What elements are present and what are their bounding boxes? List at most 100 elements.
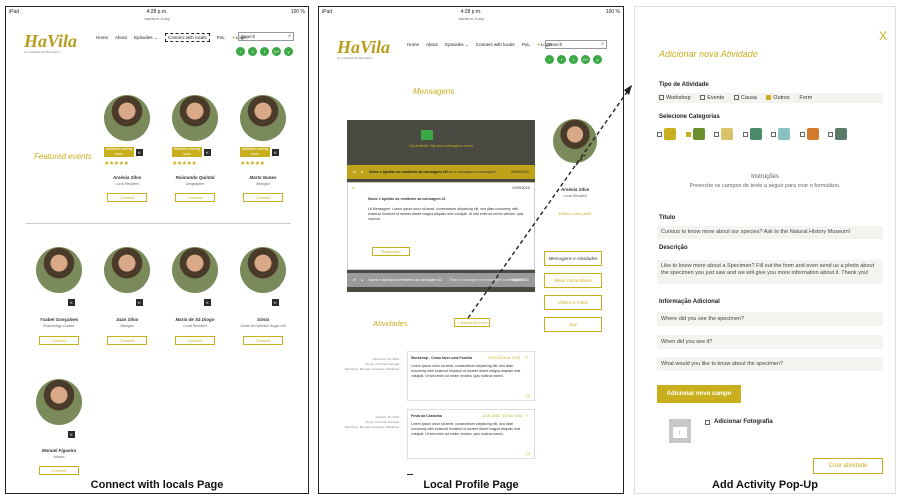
checkbox[interactable] [714, 131, 720, 137]
checkbox[interactable] [733, 95, 739, 101]
question-field-3[interactable]: What would you like to know about the sp… [657, 357, 883, 371]
category-insects-icon[interactable] [749, 128, 762, 140]
add-photo-label: Adicionar Fotografia [714, 419, 773, 425]
logo-name: HaVila [337, 37, 391, 57]
youtube-icon[interactable]: y [284, 47, 293, 56]
activity-body: Lorem ipsum dolor sit amet, consectetuer… [411, 364, 521, 378]
add-field-button[interactable]: Adicionar novo campo [657, 385, 741, 403]
add-activity-button[interactable]: + Adicionar nova [454, 318, 490, 327]
nav-connect[interactable]: Connect with locals [476, 42, 515, 47]
page-caption: Local Profile Page [423, 479, 519, 491]
nav-about[interactable]: About [115, 35, 127, 40]
logo[interactable]: HaVila A Comunidade Biológica [337, 37, 390, 60]
connect-button[interactable]: Connect [243, 336, 283, 345]
side-button-messages[interactable]: Mensagens e Atividades [544, 251, 602, 266]
search-icon[interactable]: ⌕ [601, 41, 604, 47]
checkbox[interactable] [742, 131, 748, 137]
youtube-icon[interactable]: y [593, 55, 602, 64]
expand-icon[interactable]: [+] [526, 452, 530, 456]
checkbox[interactable] [771, 131, 777, 137]
category-birds-icon[interactable] [721, 128, 734, 140]
avatar[interactable] [104, 247, 150, 293]
avatar[interactable] [36, 247, 82, 293]
checkbox[interactable] [659, 95, 664, 101]
twitter-icon[interactable]: t [260, 47, 269, 56]
category-heritage-icon[interactable] [835, 128, 848, 140]
title-input[interactable]: Curious to know more about our species? … [657, 226, 883, 239]
edit-profile-link[interactable]: Editar o meu perfil [545, 211, 605, 216]
side-button-exit[interactable]: Sair [544, 317, 602, 332]
side-button-comments[interactable]: Meus Comentários [544, 273, 602, 288]
expand-icon[interactable]: [+] [526, 394, 530, 398]
connect-button[interactable]: Connect [39, 466, 79, 475]
avatar[interactable] [104, 95, 150, 141]
activity-card-1[interactable]: Workshop - Como fazer uma Ponchα 10:00-2… [407, 351, 535, 401]
message-row-3[interactable]: ✉ ● Nome e Apelido do remitente da mensa… [347, 273, 535, 287]
create-activity-button[interactable]: Criar atividade [813, 458, 883, 474]
nav-episodes[interactable]: Episodes ⌄ [134, 35, 158, 40]
googleplus-icon[interactable]: G+ [581, 55, 590, 64]
type-evento[interactable]: Evento [700, 95, 724, 101]
type-causa[interactable]: Causa [733, 95, 757, 101]
category-marine-icon[interactable] [778, 128, 791, 140]
type-label-text: Causa [740, 95, 757, 101]
nav-episodes[interactable]: Episodes ⌄ [445, 42, 469, 47]
nav-connect[interactable]: Connect with locals [164, 33, 210, 42]
side-button-media[interactable]: Vídeos e Fotos [544, 295, 602, 310]
googleplus-icon[interactable]: G+ [272, 47, 281, 56]
search-icon[interactable]: ⌕ [288, 33, 291, 39]
nav-pol[interactable]: PoL [217, 35, 225, 40]
share-icon[interactable]: ‹ [526, 413, 528, 419]
connect-button[interactable]: Connect [243, 193, 283, 202]
facebook-icon[interactable]: f [248, 47, 257, 56]
question-field-2[interactable]: When did you see it? [657, 335, 883, 349]
search-input[interactable]: Search ⌕ [545, 40, 607, 49]
connect-button[interactable]: Connect [107, 193, 147, 202]
instagram-icon[interactable]: i [236, 47, 245, 56]
type-outros[interactable]: Outros [766, 95, 790, 101]
connect-with-locals-page: iPad 4:28 p.m. havila.m-ti.org 100 % HaV… [5, 6, 309, 494]
category-plants-icon[interactable] [692, 128, 705, 140]
connect-button[interactable]: Connect [107, 336, 147, 345]
connect-button[interactable]: Connect [175, 193, 215, 202]
instagram-icon[interactable]: i [545, 55, 554, 64]
page-caption: Connect with locals Page [90, 479, 224, 491]
checkbox[interactable] [657, 131, 662, 137]
add-photo-icon[interactable]: ↑ [669, 419, 691, 443]
activity-card-2[interactable]: Festa da Castanha 11:00-2016 · 14 Nov 20… [407, 409, 535, 459]
close-icon[interactable]: X [879, 29, 887, 43]
clock: 4:28 p.m. [460, 9, 482, 15]
nav-about[interactable]: About [426, 42, 438, 47]
twitter-icon[interactable]: t [569, 55, 578, 64]
nav-pol[interactable]: PoL [522, 42, 530, 47]
avatar[interactable] [172, 95, 218, 141]
avatar[interactable] [172, 247, 218, 293]
add-photo-checkbox[interactable] [705, 420, 710, 425]
logo[interactable]: HaVila A Comunidade Biológica [24, 31, 77, 54]
checkbox[interactable] [700, 95, 706, 101]
avatar[interactable] [36, 379, 82, 425]
checkbox-checked[interactable] [766, 95, 772, 101]
reply-button[interactable]: Responder [372, 247, 410, 256]
instructions-text: Preenche os campos de texto a seguir par… [689, 183, 841, 189]
connect-button[interactable]: Connect [175, 336, 215, 345]
logo-name: HaVila [24, 31, 78, 51]
question-field-1[interactable]: Where did you see the specimen? [657, 312, 883, 326]
share-icon[interactable]: ‹ [526, 355, 528, 361]
checkbox[interactable] [799, 131, 805, 137]
type-workshop[interactable]: Workshop [659, 95, 691, 101]
description-input[interactable]: Like to know more about a Specimen? Fill… [657, 260, 883, 284]
avatar[interactable] [240, 95, 286, 141]
nav-home[interactable]: Home [96, 35, 108, 40]
profile-name: Arsénia Silva [560, 187, 590, 192]
facebook-icon[interactable]: f [557, 55, 566, 64]
category-fungi-icon[interactable] [664, 128, 676, 140]
message-row-1[interactable]: ✉ ● Nome e Apelido do remitente da mensa… [347, 165, 535, 179]
nav-home[interactable]: Home [407, 42, 419, 47]
category-nature-icon[interactable] [806, 128, 819, 140]
connect-button[interactable]: Connect [39, 336, 79, 345]
search-input[interactable]: Search ⌕ [238, 32, 294, 41]
checkbox[interactable] [828, 131, 834, 137]
avatar[interactable] [240, 247, 286, 293]
checkbox-checked[interactable] [685, 131, 691, 137]
